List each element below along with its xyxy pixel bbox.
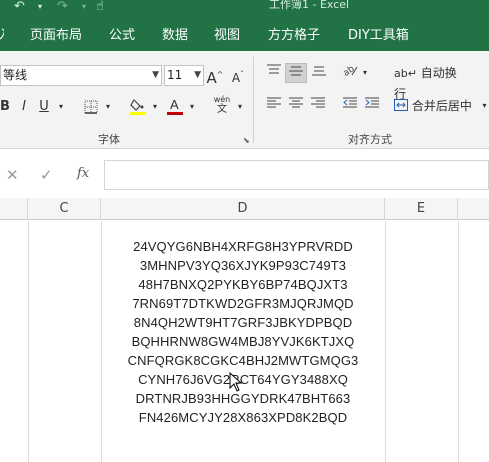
column-header-d[interactable]: D (101, 198, 385, 220)
align-right-icon[interactable] (308, 96, 328, 116)
redo-icon[interactable]: ↷ (57, 0, 68, 16)
phonetic-guide-icon[interactable]: wén 文 (208, 95, 236, 115)
tab-data[interactable]: 数据 (162, 27, 188, 45)
align-center-icon[interactable] (286, 96, 306, 116)
merge-center-label: 合并后居中 (411, 99, 472, 113)
decrease-font-size-button[interactable]: Aˇ (228, 65, 248, 85)
formula-input[interactable] (104, 160, 489, 190)
underline-button[interactable]: U (38, 97, 50, 117)
cell-d[interactable]: CYNH76J6VG2RCT64YGY3488XQ (101, 370, 385, 389)
group-separator (253, 57, 254, 143)
column-header-f[interactable] (458, 198, 489, 220)
cell-d[interactable]: 48H7BNXQ2PYKBY6BP74BQJXT3 (101, 275, 385, 294)
merge-center-icon (394, 99, 412, 113)
cell-d[interactable]: 8N4QH2WT9HT7GRF3JBKYDPBQD (101, 313, 385, 332)
chevron-down-icon[interactable]: ▾ (360, 63, 370, 83)
ribbon: 等线 ▼ 11 ▼ A^ Aˇ B I U ▾ ▾ ▾ A ▾ wén 文 ▾ 字… (0, 51, 489, 149)
group-label-font: 字体 (98, 133, 120, 146)
wrap-text-icon: ab↵ (394, 67, 417, 80)
undo-dropdown-icon[interactable]: ▾ (38, 0, 42, 16)
gridline (458, 221, 459, 462)
insert-function-icon[interactable]: fx (77, 166, 89, 181)
chevron-down-icon: ▼ (194, 70, 201, 80)
merge-center-button[interactable]: 合并后居中 (394, 96, 480, 116)
font-size-value: 11 (167, 68, 183, 82)
window-title: 工作簿1 - Excel (269, 0, 350, 11)
undo-icon[interactable]: ↶ (14, 0, 25, 16)
enter-icon[interactable]: ✓ (40, 166, 53, 184)
chevron-down-icon[interactable]: ▾ (236, 97, 244, 117)
align-left-icon[interactable] (264, 96, 284, 116)
redo-dropdown-icon[interactable]: ▾ (82, 0, 86, 16)
tab-formulas[interactable]: 公式 (109, 27, 135, 45)
align-bottom-icon[interactable] (309, 63, 329, 83)
tab-page-layout[interactable]: 页面布局 (30, 27, 82, 45)
dialog-launcher-icon[interactable]: ⬊ (243, 136, 252, 145)
cell-d[interactable]: 7RN69T7DTKWD2GFR3MJQRJMQD (101, 294, 385, 313)
chevron-down-icon[interactable]: ▾ (480, 96, 489, 116)
ribbon-tabs: 入 页面布局 公式 数据 视图 方方格子 DIY工具箱 (0, 20, 489, 51)
bold-button[interactable]: B (0, 97, 10, 117)
border-icon[interactable] (82, 97, 100, 117)
group-label-alignment: 对齐方式 (348, 133, 392, 146)
gridline (385, 221, 386, 462)
increase-font-size-button[interactable]: A^ (205, 65, 225, 87)
cell-d[interactable]: 24VQYG6NBH4XRFG8H3YPRVRDD (101, 237, 385, 256)
font-color-icon[interactable]: A (166, 97, 184, 117)
tab-fangfang-gezi[interactable]: 方方格子 (268, 27, 320, 45)
tab-diy-toolbox[interactable]: DIY工具箱 (348, 27, 409, 45)
cell-d[interactable]: CNFQRGK8CGKC4BHJ2MWTGMQG3 (101, 351, 385, 370)
chevron-down-icon[interactable]: ▾ (150, 97, 160, 117)
phonetic-label: wén (213, 95, 231, 104)
mouse-cursor-icon (229, 372, 243, 392)
orientation-icon[interactable]: ab (340, 63, 360, 83)
font-name-dropdown[interactable]: 等线 ▼ (0, 65, 162, 86)
decrease-indent-icon[interactable] (340, 96, 360, 116)
chevron-down-icon[interactable]: ▾ (187, 97, 197, 117)
cell-d[interactable]: 3MHNPV3YQ36XJYK9P93C749T3 (101, 256, 385, 275)
touch-mode-icon[interactable]: ☝ (96, 0, 104, 16)
cell-d[interactable]: DRTNRJB93HHGGYDRK47BHT663 (101, 389, 385, 408)
italic-button[interactable]: I (18, 97, 30, 117)
wrap-text-button[interactable]: ab↵ 自动换行 (394, 63, 458, 101)
align-middle-icon[interactable] (285, 63, 307, 83)
tab-partial[interactable]: 入 (0, 27, 4, 45)
tab-view[interactable]: 视图 (214, 27, 240, 45)
cancel-icon[interactable]: ✕ (6, 166, 19, 184)
chevron-down-icon[interactable]: ▾ (56, 97, 66, 117)
column-header-e[interactable]: E (385, 198, 458, 220)
cell-d[interactable]: FN426MCYJY28X863XPD8K2BQD (101, 408, 385, 427)
formula-bar: ✕ ✓ fx (0, 150, 489, 198)
gridline (28, 221, 29, 462)
cell-d[interactable]: BQHHRNW8GW4MBJ8YVJK6KTJXQ (101, 332, 385, 351)
chevron-down-icon[interactable]: ▾ (103, 97, 113, 117)
font-size-dropdown[interactable]: 11 ▼ (164, 65, 204, 86)
formula-bar-buttons: ✕ ✓ fx (0, 160, 104, 190)
increase-indent-icon[interactable] (362, 96, 382, 116)
svg-text:A: A (170, 97, 179, 112)
title-bar: ↶ ▾ ↷ ▾ ☝ 工作簿1 - Excel (0, 0, 489, 20)
align-top-icon[interactable] (264, 63, 284, 83)
column-header-c[interactable]: C (28, 198, 101, 220)
font-name-value: 等线 (3, 68, 28, 82)
chevron-down-icon: ▼ (152, 70, 159, 80)
fill-color-icon[interactable] (129, 97, 147, 117)
column-header-b[interactable] (0, 198, 28, 220)
